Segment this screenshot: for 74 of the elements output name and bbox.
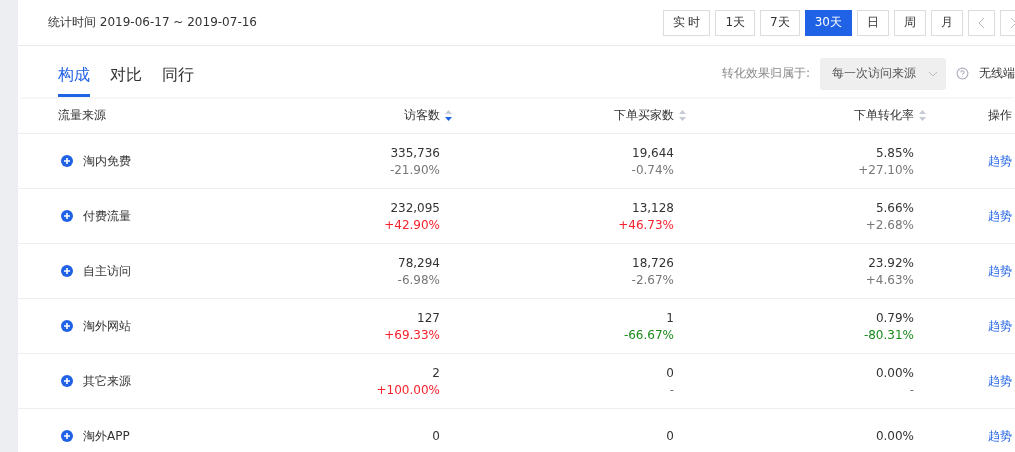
column-header: 下单转化率 (854, 106, 914, 124)
change-text: +42.90% (384, 217, 440, 232)
trend-link[interactable]: 趋势 (926, 372, 1015, 390)
source-name: 淘内免费 (83, 152, 131, 170)
source-name: 淘外网站 (83, 317, 131, 335)
table-cell: 1 (666, 310, 674, 325)
range-button[interactable]: 日 (857, 9, 889, 36)
attribution-select[interactable]: 每一次访问来源 (820, 57, 946, 90)
device-label: 无线端 (979, 65, 1015, 82)
change-text: +46.73% (618, 217, 674, 232)
column-header: 流量来源 (58, 106, 106, 124)
tab[interactable]: 同行 (162, 65, 194, 97)
table-cell: 0.00% (875, 365, 914, 380)
table-cell: 5.66% (875, 200, 914, 215)
trend-link[interactable]: 趋势 (926, 152, 1015, 170)
column-header: 下单买家数 (614, 106, 674, 124)
expand-icon[interactable] (61, 210, 73, 222)
table-cell: 0 (666, 429, 674, 443)
table-cell: 335,736 (390, 145, 440, 160)
expand-icon[interactable] (61, 375, 73, 387)
change-text: -21.90% (389, 162, 440, 177)
expand-icon[interactable] (61, 155, 73, 167)
change-text: - (909, 382, 914, 397)
stat-time: 统计时间 2019-06-17 ~ 2019-07-16 (48, 14, 257, 31)
range-button[interactable]: 月 (931, 9, 963, 36)
tab[interactable]: 构成 (58, 65, 90, 97)
source-name: 其它来源 (83, 372, 131, 390)
table-cell: 127 (417, 310, 440, 325)
table-cell: 19,644 (632, 145, 674, 160)
column-header: 访客数 (404, 106, 440, 124)
table-cell: 0.79% (875, 310, 914, 325)
change-text: +100.00% (376, 382, 440, 397)
trend-link[interactable]: 趋势 (926, 427, 1015, 445)
table-cell: 78,294 (398, 255, 440, 270)
column-header: 操作 (988, 106, 1012, 124)
table-cell: 232,095 (390, 200, 440, 215)
trend-link[interactable]: 趋势 (926, 262, 1015, 280)
change-text: -2.67% (631, 272, 674, 287)
range-button[interactable]: 周 (894, 9, 926, 36)
attribution-label: 转化效果归属于: (721, 65, 810, 82)
trend-link[interactable]: 趋势 (926, 207, 1015, 225)
expand-icon[interactable] (61, 265, 73, 277)
table-cell: 0 (666, 365, 674, 380)
change-text: +4.63% (865, 272, 914, 287)
source-name: 付费流量 (83, 207, 131, 225)
change-text: +27.10% (858, 162, 914, 177)
tab[interactable]: 对比 (110, 65, 142, 97)
range-button[interactable]: 30天 (804, 9, 852, 36)
expand-icon[interactable] (61, 320, 73, 332)
table-cell: 23.92% (868, 255, 914, 270)
sort-icon[interactable] (445, 109, 452, 121)
source-name: 淘外APP (83, 427, 130, 445)
change-text: -66.67% (623, 327, 674, 342)
range-button[interactable]: 1天 (715, 9, 756, 36)
chevron-right-icon (1010, 16, 1015, 29)
trend-link[interactable]: 趋势 (926, 317, 1015, 335)
expand-icon[interactable] (61, 430, 73, 442)
change-text: +69.33% (384, 327, 440, 342)
table-cell: 0.00% (875, 429, 914, 443)
chevron-down-icon (928, 70, 938, 77)
range-button[interactable]: 实 时 (662, 9, 711, 36)
range-button[interactable]: 7天 (760, 9, 800, 36)
table-cell: 2 (432, 365, 440, 380)
change-text: -80.31% (863, 327, 914, 342)
change-text: - (669, 382, 674, 397)
table-cell: 0 (432, 429, 440, 443)
change-text: -0.74% (631, 162, 674, 177)
chevron-left-icon (978, 16, 985, 29)
change-text: -6.98% (397, 272, 440, 287)
change-text: +2.68% (865, 217, 914, 232)
table-cell: 5.85% (875, 145, 914, 160)
table-cell: 18,726 (632, 255, 674, 270)
source-name: 自主访问 (83, 262, 131, 280)
table-cell: 13,128 (632, 200, 674, 215)
